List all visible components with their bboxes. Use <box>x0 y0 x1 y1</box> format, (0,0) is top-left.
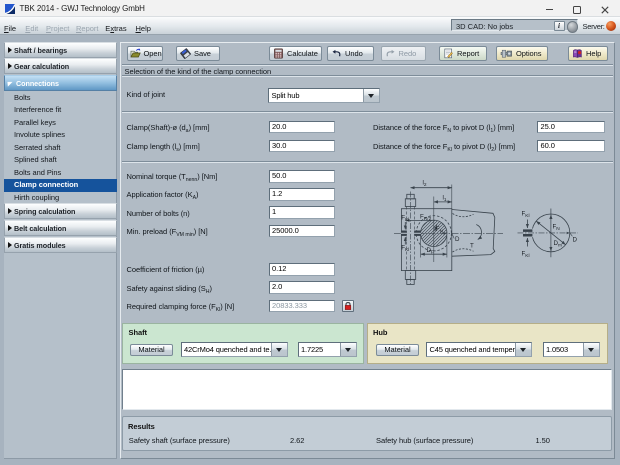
svg-text:FN: FN <box>553 223 561 232</box>
svg-text:FKl: FKl <box>401 244 409 253</box>
svg-text:FKl: FKl <box>401 214 409 223</box>
svg-text:l2: l2 <box>423 180 427 189</box>
svg-text:D: D <box>573 236 578 243</box>
svg-text:D: D <box>455 236 460 243</box>
svg-text:T: T <box>470 242 474 249</box>
svg-text:l1: l1 <box>443 195 447 204</box>
svg-text:FKl: FKl <box>522 211 530 220</box>
svg-text:FKl: FKl <box>522 251 530 260</box>
